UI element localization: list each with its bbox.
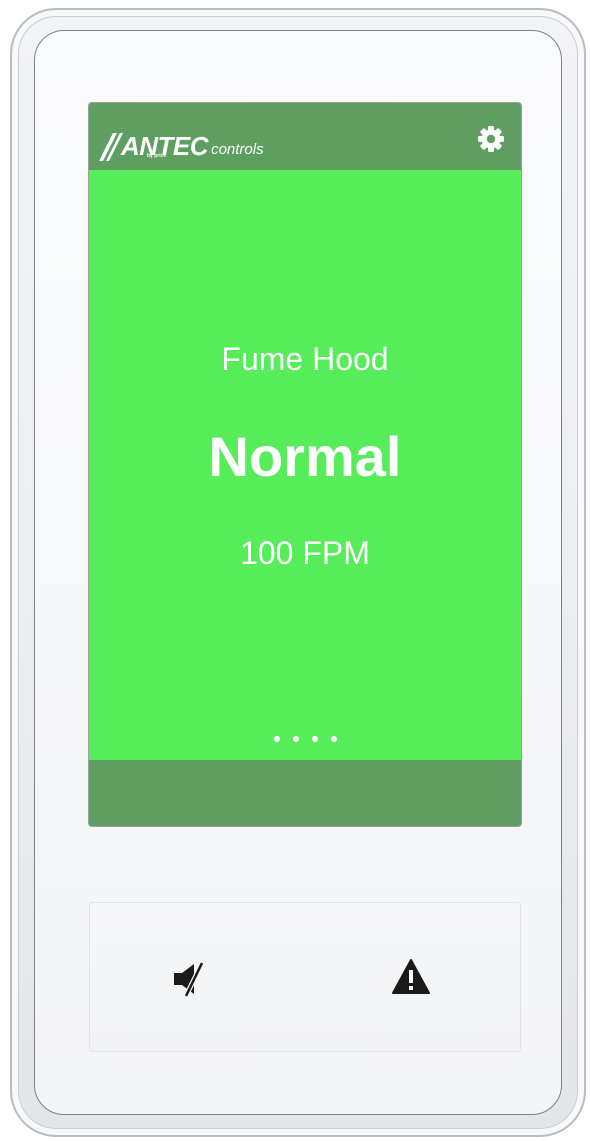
warning-triangle-icon[interactable]	[391, 957, 431, 997]
page-dot[interactable]	[311, 736, 318, 742]
display-screen: ANTEC controls by price Fume Hood Normal…	[89, 103, 521, 826]
brand-suffix: controls	[211, 141, 264, 158]
page-dot[interactable]	[292, 736, 299, 742]
page-dot[interactable]	[330, 736, 337, 742]
device-title: Fume Hood	[221, 341, 389, 377]
top-bar: ANTEC controls by price	[89, 103, 521, 170]
logo-slash-icon	[99, 133, 123, 161]
hardware-button-panel	[89, 902, 521, 1052]
page-dot[interactable]	[273, 736, 280, 742]
face-velocity-readout: 100 FPM	[240, 535, 370, 571]
status-label: Normal	[208, 425, 402, 488]
brand-logo: ANTEC controls by price	[97, 125, 264, 161]
page-indicator	[89, 736, 521, 742]
gear-icon[interactable]	[477, 125, 505, 153]
speaker-muted-icon[interactable]	[170, 959, 210, 999]
brand-byline: by price	[147, 153, 167, 159]
bottom-bar	[89, 760, 521, 826]
